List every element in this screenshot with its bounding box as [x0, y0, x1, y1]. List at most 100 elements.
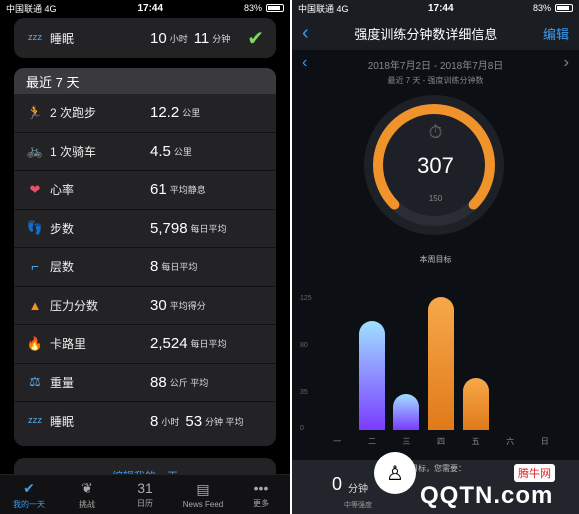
stat-row[interactable]: ⚖ 重量 88 公斤 平均 [14, 364, 276, 402]
right-screen: 中国联通 4G 17:44 83% ‹ 强度训练分钟数详细信息 编辑 ‹ 201… [292, 0, 579, 514]
tab-calendar[interactable]: 31 日历 [116, 475, 174, 514]
bike-icon: 🚲 [26, 143, 44, 159]
stat-value: 61 [150, 181, 167, 199]
stat-value: 8 [150, 258, 159, 276]
sleep-label: 睡眠 [50, 31, 75, 46]
stat-row[interactable]: ᶻᶻᶻ 睡眠 8 小时 53 分钟 平均 [14, 402, 276, 441]
status-bar: 中国联通 4G 17:44 83% [0, 0, 290, 16]
stat-unit: 公里 [173, 146, 192, 157]
y-tick-label: 0 [300, 425, 304, 432]
x-tick-label: 六 [506, 437, 515, 446]
gauge-caption: 本周目标 [419, 255, 452, 264]
calendar-icon: 31 [137, 480, 153, 496]
bottom-value: 0 [332, 474, 343, 494]
stat-unit-2: 分钟 平均 [205, 416, 244, 427]
stat-label: 重量 [50, 375, 75, 390]
stats-list: 🏃 2 次跑步 12.2 公里 🚲 1 次骑车 4.5 公里 ❤ 心率 61 平均静息 👣 步数 5,798… [14, 94, 276, 441]
stat-label: 步数 [50, 221, 75, 236]
battery-icon [554, 4, 573, 12]
stat-unit: 平均静息 [169, 185, 206, 196]
stat-row[interactable]: 👣 步数 5,798 每日平均 [14, 210, 276, 248]
stat-unit: 小时 [161, 416, 180, 427]
stat-unit: 公里 [182, 108, 201, 119]
stat-unit: 每日平均 [190, 223, 227, 234]
stat-value: 2,524 [150, 335, 188, 353]
stat-row[interactable]: ❤ 心率 61 平均静息 [14, 171, 276, 210]
running-icon: 🏃 [26, 104, 44, 120]
stat-label: 压力分数 [50, 298, 99, 313]
section-title: 最近 7 天 [14, 68, 276, 94]
tab-label: 更多 [253, 499, 269, 508]
date-nav: ‹ 2018年7月2日 - 2018年7月8日 最近 7 天 - 强度训练分钟数… [292, 50, 579, 88]
scale-icon: ⚖ [29, 374, 41, 390]
watermark-brand: 腾牛网 [514, 464, 555, 482]
bottom-hint: 目标，您需要： [410, 464, 466, 473]
status-bar: 中国联通 4G 17:44 83% [292, 0, 579, 16]
carrier: 中国联通 4G [298, 3, 349, 14]
stat-label: 2 次跑步 [50, 106, 97, 121]
flame-icon: 🔥 [26, 335, 44, 351]
tab-label: 挑战 [79, 499, 95, 509]
stat-value: 30 [150, 296, 167, 314]
sleep-minutes: 11 [193, 29, 210, 47]
edit-button[interactable]: 编辑 [543, 24, 569, 43]
stress-icon: ▲ [28, 297, 42, 313]
tab-more[interactable]: ••• 更多 [232, 475, 290, 514]
stat-label: 睡眠 [50, 414, 75, 429]
chart-bar [358, 320, 385, 430]
weekly-bar-chart: 0 35 80 125 一 二 三 四 五 六 日 [292, 290, 579, 450]
stat-row[interactable]: 🔥 卡路里 2,524 每日平均 [14, 325, 276, 364]
stat-value: 8 [150, 412, 159, 430]
checkmark-icon: ✔ [247, 27, 264, 50]
last-7-days-card: 最近 7 天 🏃 2 次跑步 12.2 公里 🚲 1 次骑车 4.5 公里 ❤ 心率 61 平均静息 👣… [14, 68, 276, 446]
news-icon: ▤ [196, 480, 210, 497]
chart-bar [428, 296, 454, 430]
tab-news[interactable]: ▤ News Feed [174, 475, 232, 514]
sleep-summary-card[interactable]: ᶻᶻᶻ 睡眠 10 小时 11 分钟 ✔ [14, 18, 276, 58]
x-tick-label: 四 [437, 437, 445, 446]
stat-label: 层数 [50, 260, 75, 275]
stat-value: 4.5 [150, 142, 171, 160]
stat-label: 1 次骑车 [50, 144, 97, 159]
tab-check[interactable]: ✔ 我的一天 [0, 475, 58, 514]
stairs-icon: ⌐ [31, 259, 39, 275]
clock: 17:44 [427, 2, 454, 14]
stat-row[interactable]: ▲ 压力分数 30 平均得分 [14, 287, 276, 325]
prev-week-icon[interactable]: ‹ [302, 54, 307, 72]
bottom-unit: 分钟 [348, 484, 368, 495]
watermark-url: QQTN.com [420, 482, 554, 509]
battery-area: 83% [533, 3, 573, 13]
next-week-icon[interactable]: › [564, 54, 569, 72]
y-tick-label: 125 [300, 295, 312, 302]
gauge-goal: 150 [428, 194, 443, 203]
stat-value: 88 [150, 373, 167, 391]
bottom-label: 中等强度 [344, 502, 372, 509]
laurel-icon: ❦ [81, 479, 93, 496]
sleep-hours: 10 [150, 29, 167, 47]
stat-row[interactable]: 🏃 2 次跑步 12.2 公里 [14, 94, 276, 133]
stat-row[interactable]: ⌐ 层数 8 每日平均 [14, 248, 276, 287]
more-icon: ••• [253, 480, 269, 496]
tab-label: 我的一天 [13, 499, 45, 509]
tab-laurel[interactable]: ❦ 挑战 [58, 475, 116, 514]
page-title: 强度训练分钟数详细信息 [354, 26, 498, 42]
battery-area: 83% [244, 3, 284, 13]
gauge-value: 307 [417, 153, 454, 178]
chart-bar [393, 393, 420, 430]
x-tick-label: 一 [333, 437, 342, 446]
stat-value-2: 53 [185, 412, 203, 430]
steps-icon: 👣 [26, 220, 44, 236]
back-chevron-icon[interactable]: ‹ [302, 22, 309, 45]
stat-unit: 平均得分 [169, 300, 206, 311]
tab-label: News Feed [182, 499, 224, 509]
stat-row[interactable]: 🚲 1 次骑车 4.5 公里 [14, 133, 276, 171]
date-range: 2018年7月2日 - 2018年7月8日 [367, 61, 504, 72]
heart-icon: ❤ [29, 181, 41, 197]
stat-unit: 每日平均 [190, 339, 227, 350]
stat-value: 5,798 [150, 219, 188, 237]
stopwatch-icon: ⏱ [428, 122, 443, 142]
tab-label: 日历 [137, 499, 153, 508]
check-icon: ✔ [23, 479, 35, 496]
x-tick-label: 三 [402, 437, 411, 446]
clock: 17:44 [137, 2, 164, 14]
